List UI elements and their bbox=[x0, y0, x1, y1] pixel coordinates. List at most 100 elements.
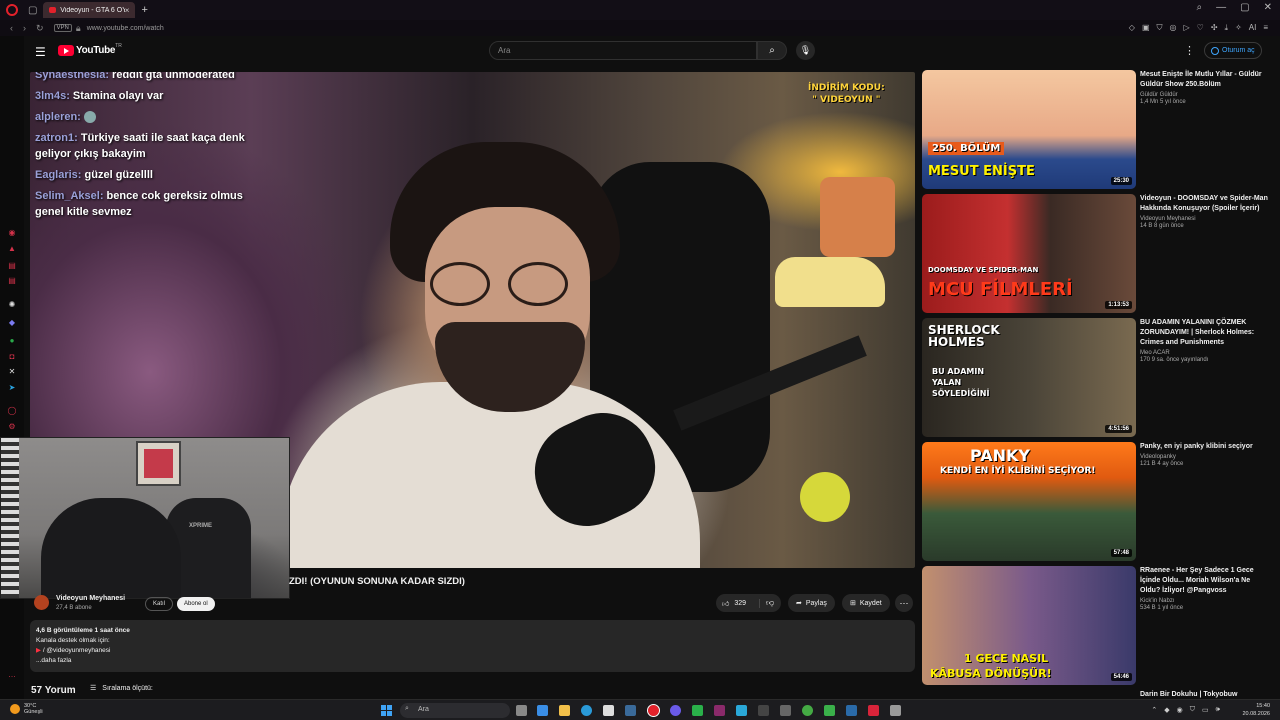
video-title[interactable]: Mesut Enişte İle Mutlu Yıllar - Güldür G… bbox=[1140, 70, 1272, 90]
opera-gx-icon[interactable] bbox=[647, 704, 660, 717]
settings-app-icon[interactable] bbox=[890, 705, 901, 716]
minimize-icon[interactable]: — bbox=[1216, 2, 1226, 13]
chevron-icon[interactable] bbox=[758, 705, 769, 716]
channel-name[interactable]: Kick'in Nabzı bbox=[1140, 598, 1272, 604]
voice-search-button[interactable]: 🎙︎ bbox=[796, 41, 815, 60]
weather-widget[interactable]: 30°C Güneşli bbox=[10, 703, 43, 715]
description-box[interactable]: 4,6 B görüntüleme 1 saat önce Kanala des… bbox=[30, 620, 915, 672]
back-icon[interactable]: ‹ bbox=[10, 23, 13, 33]
volume-icon[interactable]: 🕪︎ bbox=[1216, 706, 1220, 714]
snapshot-icon[interactable]: ▣ bbox=[1142, 23, 1150, 33]
extensions-icon[interactable]: ✣ bbox=[1211, 23, 1218, 33]
share-button[interactable]: ➦ Paylaş bbox=[788, 594, 835, 612]
sidebar-chatgpt-icon[interactable]: ✺ bbox=[7, 300, 17, 309]
video-thumbnail[interactable]: 250. BÖLÜM MESUT ENİŞTE 25:30 bbox=[922, 70, 1136, 189]
channel-name[interactable]: Güldür Güldür bbox=[1140, 92, 1272, 98]
search-input[interactable]: Ara bbox=[489, 41, 757, 60]
settings-more-icon[interactable]: ⋮ bbox=[1184, 44, 1195, 57]
tray-app-icon[interactable]: ◆ bbox=[1164, 706, 1169, 714]
vpn-badge[interactable]: VPN bbox=[53, 24, 72, 32]
video-thumbnail[interactable]: SHERLOCK HOLMES BU ADAMIN YALAN SÖYLEDİĞ… bbox=[922, 318, 1136, 437]
new-tab-icon[interactable]: + bbox=[141, 4, 147, 16]
discord-icon[interactable] bbox=[670, 705, 681, 716]
wallet-icon[interactable]: ◎ bbox=[1170, 23, 1177, 33]
steam-icon[interactable] bbox=[625, 705, 636, 716]
sign-in-button[interactable]: Oturum aç bbox=[1204, 42, 1262, 59]
start-button[interactable] bbox=[381, 705, 392, 716]
network-icon[interactable]: ▭ bbox=[1202, 706, 1209, 714]
sidebar-telegram-icon[interactable]: ➤ bbox=[7, 383, 17, 392]
calculator-icon[interactable] bbox=[780, 705, 791, 716]
steam-client-icon[interactable] bbox=[846, 705, 857, 716]
heart-icon[interactable]: ♡ bbox=[1197, 23, 1204, 33]
recommended-video[interactable]: PANKY KENDİ EN İYİ KLİBİNİ SEÇİYOR! 57:4… bbox=[922, 442, 1272, 562]
sidebar-more-icon[interactable]: … bbox=[7, 670, 17, 679]
sidebar-downloads-icon[interactable]: ▤ bbox=[7, 276, 17, 285]
search-tabs-icon[interactable]: ⌕ bbox=[1197, 2, 1203, 13]
chrome-icon[interactable] bbox=[802, 705, 813, 716]
notepad-icon[interactable] bbox=[692, 705, 703, 716]
show-more-link[interactable]: ...daha fazla bbox=[36, 656, 909, 666]
recommended-video[interactable]: 250. BÖLÜM MESUT ENİŞTE 25:30 Mesut Eniş… bbox=[922, 70, 1272, 190]
close-tab-icon[interactable]: × bbox=[125, 6, 130, 15]
recommended-video[interactable]: 1 GECE NASIL KÂBUSA DÖNÜŞÜR! 54:46 RRaen… bbox=[922, 566, 1272, 686]
video-title[interactable]: Videoyun - DOOMSDAY ve Spider-Man Hakkın… bbox=[1140, 194, 1272, 214]
sidebar-player-icon[interactable]: ◯ bbox=[7, 406, 17, 415]
subscribe-button[interactable]: Abone ol bbox=[177, 597, 215, 611]
edge-icon[interactable] bbox=[581, 705, 592, 716]
channel-name[interactable]: Videoyun Meyhanesi bbox=[1140, 216, 1272, 222]
video-title[interactable]: Panky, en iyi panky klibini seçiyor bbox=[1140, 442, 1272, 452]
more-actions-button[interactable]: ⋯ bbox=[895, 594, 913, 612]
taskbar-search[interactable]: ⌕ Ara bbox=[400, 703, 510, 718]
tray-shield-icon[interactable]: ⛉ bbox=[1190, 706, 1195, 714]
sidebar-whatsapp-icon[interactable]: ● bbox=[7, 336, 17, 345]
channel-link[interactable]: ▶︎ / @videoyunmeyhanesi bbox=[36, 646, 909, 656]
menu-icon[interactable]: ≡ bbox=[1263, 23, 1268, 33]
recorder-icon[interactable] bbox=[868, 705, 879, 716]
forward-icon[interactable]: › bbox=[23, 23, 26, 33]
download-icon[interactable]: ⤓ bbox=[1225, 23, 1229, 33]
video-thumbnail[interactable]: DOOMSDAY VE SPIDER-MAN MCU FİLMLERİ 1:13… bbox=[922, 194, 1136, 313]
like-button[interactable]: 👍︎ 329 bbox=[716, 598, 760, 608]
workspaces-icon[interactable]: ▢ bbox=[28, 5, 37, 16]
url-field[interactable]: www.youtube.com/watch bbox=[87, 25, 164, 32]
aria-icon[interactable]: ✧ bbox=[1235, 23, 1242, 33]
sidebar-bookmarks-icon[interactable]: ▲ bbox=[7, 244, 17, 253]
channel-name[interactable]: Videoyun Meyhanesi bbox=[56, 595, 125, 602]
sidebar-discord-icon[interactable]: ◆ bbox=[7, 318, 17, 327]
sidebar-history-icon[interactable]: ▤ bbox=[7, 261, 17, 270]
sidebar-x-icon[interactable]: ✕ bbox=[7, 367, 17, 376]
sort-comments-button[interactable]: ☰ Sıralama ölçütü: bbox=[90, 684, 153, 693]
player-icon[interactable]: ▷ bbox=[1183, 23, 1189, 33]
recommended-video[interactable]: SHERLOCK HOLMES BU ADAMIN YALAN SÖYLEDİĞ… bbox=[922, 318, 1272, 438]
clock[interactable]: 15:40 20.08.2026 bbox=[1242, 702, 1270, 718]
store-icon[interactable] bbox=[603, 705, 614, 716]
lock-icon[interactable]: 🔒︎ bbox=[76, 23, 81, 34]
copilot-icon[interactable] bbox=[537, 705, 548, 716]
join-button[interactable]: Katıl bbox=[145, 597, 174, 611]
ai-label[interactable]: AI bbox=[1249, 23, 1257, 33]
save-button[interactable]: ⊞ Kaydet bbox=[842, 594, 890, 612]
tray-chevron-icon[interactable]: ⌃ bbox=[1151, 706, 1157, 714]
video-thumbnail[interactable]: 1 GECE NASIL KÂBUSA DÖNÜŞÜR! 54:46 bbox=[922, 566, 1136, 685]
maximize-icon[interactable]: ▢ bbox=[1240, 2, 1249, 13]
media-icon[interactable] bbox=[824, 705, 835, 716]
channel-name[interactable]: Videolopanky bbox=[1140, 454, 1272, 460]
video-title[interactable]: RRaenee - Her Şey Sadece 1 Gece İçinde O… bbox=[1140, 566, 1272, 596]
shield-icon[interactable]: ⛉ bbox=[1157, 23, 1163, 33]
app-icon[interactable] bbox=[714, 705, 725, 716]
reload-icon[interactable]: ↻ bbox=[36, 23, 44, 34]
close-window-icon[interactable]: ✕ bbox=[1264, 2, 1272, 13]
tray-discord-icon[interactable]: ◉ bbox=[1177, 706, 1183, 714]
youtube-logo[interactable]: YouTube TR bbox=[58, 43, 122, 56]
sidebar-settings-icon[interactable]: ⚙ bbox=[7, 422, 17, 431]
recommended-video[interactable]: DOOMSDAY VE SPIDER-MAN MCU FİLMLERİ 1:13… bbox=[922, 194, 1272, 314]
browser-tab[interactable]: Videoyun - GTA 6 OYNA × bbox=[43, 2, 136, 18]
sidebar-aria-icon[interactable]: ◉ bbox=[7, 228, 17, 237]
file-explorer-icon[interactable] bbox=[559, 705, 570, 716]
video-thumbnail[interactable]: PANKY KENDİ EN İYİ KLİBİNİ SEÇİYOR! 57:4… bbox=[922, 442, 1136, 561]
task-view-icon[interactable] bbox=[516, 705, 527, 716]
sidebar-instagram-icon[interactable]: ◘ bbox=[7, 352, 17, 361]
video-title[interactable]: BU ADAMIN YALANINI ÇÖZMEK ZORUNDAYIM! | … bbox=[1140, 318, 1272, 348]
video-title[interactable]: Darin Bir Dokuhu | Tokyobuw bbox=[1140, 690, 1272, 698]
